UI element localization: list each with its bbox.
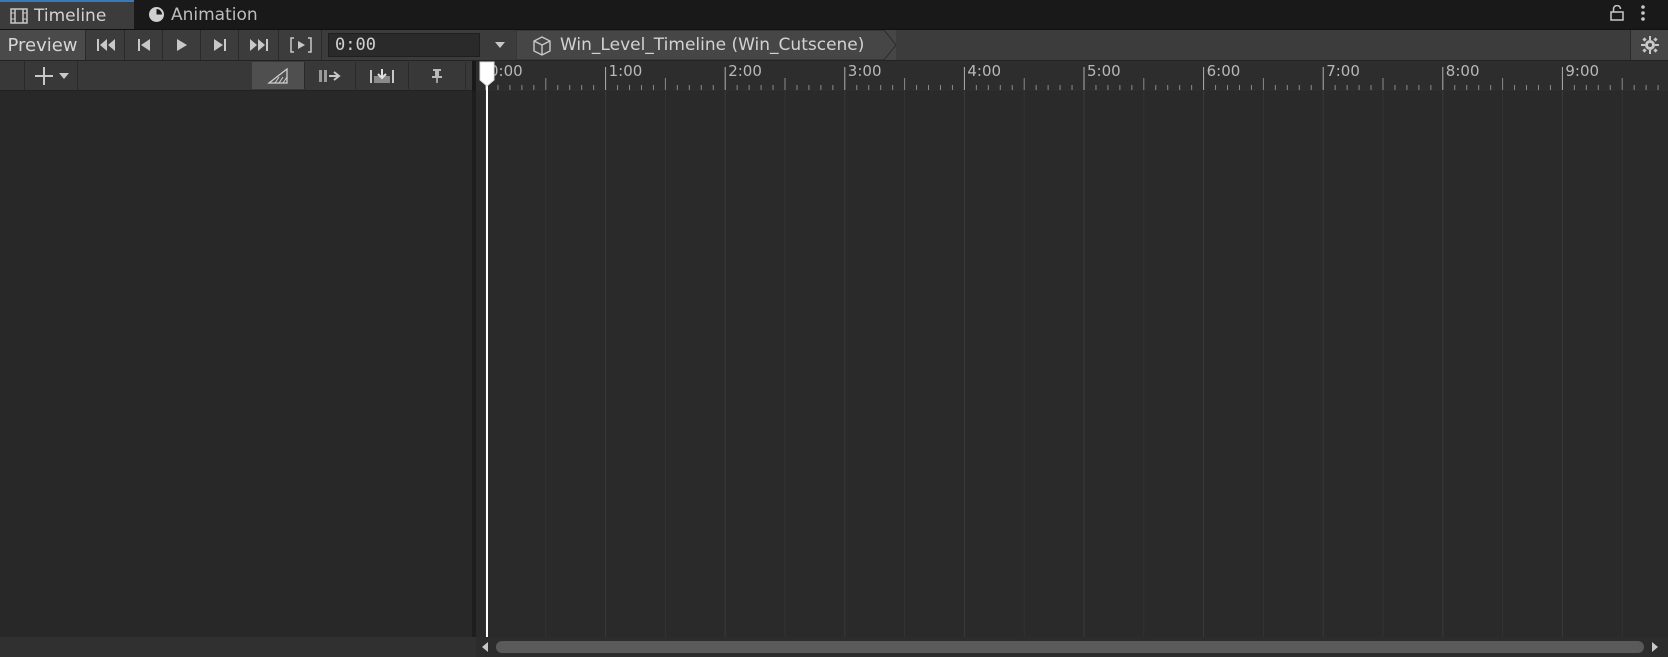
cube-icon: [532, 36, 552, 56]
play-button[interactable]: [163, 30, 201, 60]
ruler-label: 6:00: [1206, 62, 1241, 80]
ruler-label: 4:00: [967, 62, 1002, 80]
ruler-label: 5:00: [1087, 62, 1121, 80]
track-list-panel[interactable]: [0, 91, 472, 637]
ruler-label: 9:00: [1565, 62, 1600, 80]
next-frame-button[interactable]: [201, 30, 239, 60]
film-icon: [10, 7, 34, 24]
add-track-button[interactable]: [24, 61, 78, 90]
tab-animation[interactable]: Animation: [136, 0, 298, 29]
tab-timeline-label: Timeline: [34, 5, 107, 26]
scroll-left-arrow-icon[interactable]: [480, 640, 490, 654]
settings-button[interactable]: [1630, 30, 1668, 60]
playhead-handle[interactable]: [479, 61, 495, 87]
ripple-mode-button[interactable]: [252, 62, 305, 89]
ripple-icon: [267, 67, 289, 84]
plus-icon: [34, 66, 54, 86]
go-to-start-button[interactable]: [87, 30, 125, 60]
chevron-down-icon: [58, 72, 69, 79]
replace-icon: [369, 68, 395, 84]
play-range-button[interactable]: [280, 30, 322, 60]
play-range-icon: [289, 37, 312, 53]
pin-icon: [431, 68, 443, 84]
timeline-grid: [485, 67, 1659, 637]
playhead-line: [486, 74, 488, 637]
step-back-icon: [137, 38, 151, 52]
tab-timeline[interactable]: Timeline: [0, 0, 134, 29]
ruler-label: 3:00: [847, 62, 882, 80]
mix-mode-button[interactable]: [305, 62, 356, 89]
scroll-right-arrow-icon[interactable]: [1650, 640, 1660, 654]
pin-button[interactable]: [408, 62, 466, 89]
time-format-dropdown[interactable]: [486, 30, 514, 60]
ruler-label: 7:00: [1326, 62, 1360, 80]
more-options-icon[interactable]: [1640, 4, 1646, 22]
clock-icon: [148, 6, 171, 23]
chevron-down-icon: [494, 41, 506, 49]
scrollbar-thumb[interactable]: [496, 641, 1644, 653]
current-time-field[interactable]: 0:00: [328, 33, 480, 57]
step-forward-icon: [213, 38, 227, 52]
replace-mode-button[interactable]: [356, 62, 409, 89]
go-to-end-button[interactable]: [239, 30, 279, 60]
tab-animation-label: Animation: [171, 4, 258, 25]
track-panel-footer: [0, 637, 476, 657]
lock-icon[interactable]: [1610, 5, 1624, 21]
ruler-label: 1:00: [608, 62, 643, 80]
skip-to-start-icon: [96, 38, 116, 52]
ruler-label: 8:00: [1445, 62, 1480, 80]
previous-frame-button[interactable]: [125, 30, 163, 60]
skip-to-end-icon: [249, 38, 269, 52]
play-icon: [176, 38, 188, 52]
ruler-label: 2:00: [728, 62, 762, 80]
gear-icon: [1640, 36, 1659, 54]
breadcrumb-label[interactable]: Win_Level_Timeline (Win_Cutscene): [560, 30, 864, 60]
preview-button[interactable]: Preview: [0, 30, 86, 60]
move-right-icon: [318, 69, 342, 83]
